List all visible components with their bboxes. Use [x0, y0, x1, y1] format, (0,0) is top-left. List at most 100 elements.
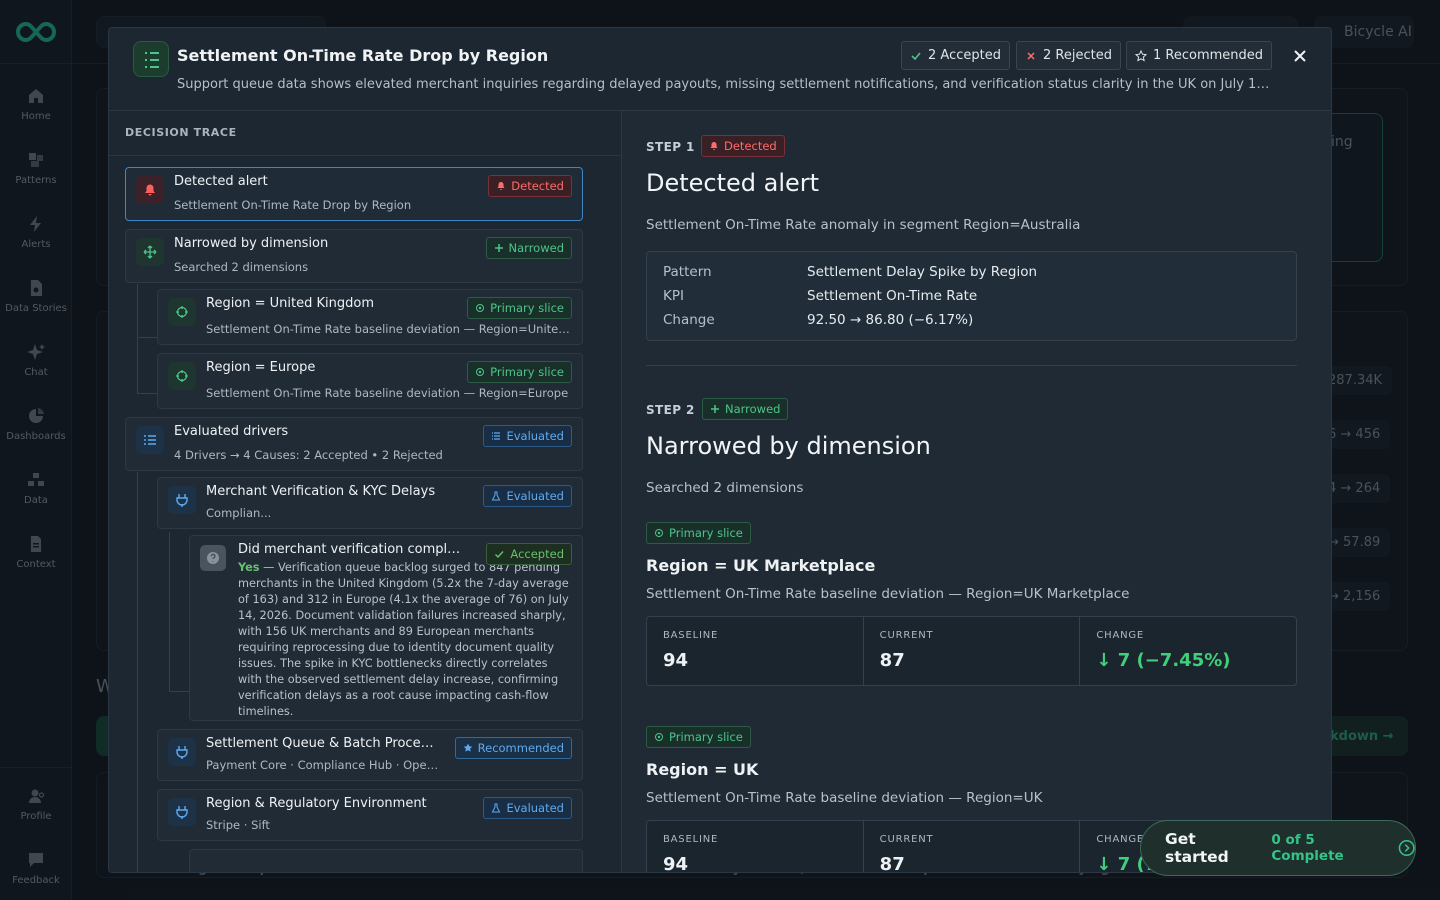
step-description: Settlement On-Time Rate anomaly in segme… — [646, 217, 1081, 233]
stat-label: CURRENT — [879, 630, 934, 641]
modal-header: Settlement On-Time Rate Drop by Region S… — [109, 28, 1331, 111]
plug-icon — [168, 738, 196, 766]
step-detail-panel: STEP 1 Detected Detected alert Settlemen… — [622, 111, 1331, 873]
trace-item-sub: Settlement On-Time Rate baseline deviati… — [206, 322, 572, 336]
recommended-chip[interactable]: 1 Recommended — [1126, 41, 1273, 70]
info-value: Settlement Delay Spike by Region — [807, 264, 1038, 280]
accepted-chip[interactable]: 2 Accepted — [901, 41, 1010, 70]
trace-item-narrowed[interactable]: Narrowed by dimension Searched 2 dimensi… — [125, 229, 583, 283]
plug-icon — [168, 486, 196, 514]
flask-icon — [492, 803, 501, 813]
target-icon — [168, 362, 196, 390]
decision-trace-panel: DECISION TRACE Detected alert Settlement… — [109, 111, 622, 872]
narrowed-badge: Narrowed — [485, 237, 572, 259]
trace-item-driver-kyc[interactable]: Merchant Verification & KYC Delays Compl… — [157, 477, 583, 529]
stat-label: CURRENT — [879, 834, 934, 845]
primary-slice-badge: Primary slice — [646, 726, 751, 748]
slice-stats: BASELINE 94 CURRENT 87 CHANGE ↓ 7 (−7.45%) — [646, 616, 1297, 686]
move-icon — [711, 405, 719, 413]
evaluated-badge: Evaluated — [483, 797, 572, 819]
target-icon — [476, 368, 485, 376]
trace-item-driver-settlement[interactable]: Settlement Queue & Batch Processing Paym… — [157, 729, 583, 781]
target-icon — [476, 304, 485, 312]
step-label: STEP 1 — [646, 140, 695, 154]
stat-label: BASELINE — [663, 630, 719, 641]
slice-description: Settlement On-Time Rate baseline deviati… — [646, 790, 1043, 806]
trace-item-slice-uk[interactable]: Region = United Kingdom Settlement On-Ti… — [157, 289, 583, 345]
move-icon — [136, 238, 164, 266]
flask-icon — [492, 491, 501, 501]
evaluated-badge: Evaluated — [483, 485, 572, 507]
modal-subtitle: Support queue data shows elevated mercha… — [177, 77, 1277, 92]
current-value: 87 — [879, 854, 905, 873]
list-tree-icon — [133, 41, 169, 77]
slice-title: Region = UK Marketplace — [646, 556, 876, 575]
question-icon — [200, 545, 226, 571]
close-icon[interactable] — [1289, 45, 1311, 67]
trace-item-sub: Settlement On-Time Rate baseline deviati… — [206, 386, 569, 400]
primary-slice-badge: Primary slice — [467, 297, 572, 319]
x-icon — [1027, 51, 1035, 60]
trace-item-evaluated[interactable]: Evaluated drivers 4 Drivers → 4 Causes: … — [125, 417, 583, 471]
trace-item-detected[interactable]: Detected alert Settlement On-Time Rate D… — [125, 167, 583, 221]
trace-item-partial[interactable] — [189, 849, 583, 872]
current-value: 87 — [879, 650, 905, 671]
check-icon — [495, 550, 504, 558]
trace-item-title: Detected alert — [174, 174, 268, 189]
modal-title: Settlement On-Time Rate Drop by Region — [177, 46, 549, 65]
target-icon — [655, 733, 663, 741]
primary-slice-badge: Primary slice — [467, 361, 572, 383]
target-icon — [168, 298, 196, 326]
trace-item-title: Evaluated drivers — [174, 424, 289, 439]
hypothesis-answer: Yes — Verification queue backlog surged … — [238, 561, 569, 718]
trace-item-sub: 4 Drivers → 4 Causes: 2 Accepted • 2 Rej… — [174, 448, 443, 462]
star-icon — [1135, 49, 1147, 61]
get-started-button[interactable]: Get started 0 of 5 Complete — [1140, 820, 1416, 876]
narrowed-badge: Narrowed — [702, 398, 789, 420]
trace-item-title: Settlement Queue & Batch Processing — [206, 736, 436, 751]
trace-item-sub: Stripe · Sift — [206, 818, 270, 832]
star-icon — [463, 743, 472, 752]
get-started-label: Get started — [1165, 830, 1229, 866]
primary-slice-badge: Primary slice — [646, 522, 751, 544]
list-icon — [136, 426, 164, 454]
step-description: Searched 2 dimensions — [646, 480, 804, 496]
baseline-value: 94 — [663, 650, 689, 671]
info-value: 92.50 → 86.80 (−6.17%) — [807, 312, 974, 328]
stat-label: CHANGE — [1096, 834, 1145, 845]
info-value: Settlement On-Time Rate — [807, 288, 978, 304]
rejected-chip[interactable]: 2 Rejected — [1016, 41, 1121, 70]
trace-item-title: Did merchant verification completion tim… — [238, 542, 468, 557]
onboarding-progress: 0 of 5 Complete — [1271, 832, 1344, 864]
trace-item-sub: Searched 2 dimensions — [174, 260, 309, 274]
evaluated-badge: Evaluated — [483, 425, 572, 447]
trace-item-driver-region[interactable]: Region & Regulatory Environment Stripe ·… — [157, 789, 583, 841]
accepted-badge: Accepted — [486, 543, 572, 565]
step-title: Detected alert — [646, 169, 820, 197]
change-value: ↓ 7 (−7.45%) — [1096, 650, 1231, 671]
plug-icon — [168, 798, 196, 826]
recommended-badge: Recommended — [454, 737, 572, 759]
step-title: Narrowed by dimension — [646, 432, 931, 460]
trace-item-sub: Settlement On-Time Rate Drop by Region — [174, 198, 412, 212]
step-label: STEP 2 — [646, 403, 695, 417]
info-key: Change — [663, 312, 715, 328]
stat-label: CHANGE — [1096, 630, 1145, 641]
slice-title: Region = UK — [646, 760, 759, 779]
baseline-value: 94 — [663, 854, 689, 873]
bell-icon — [497, 182, 505, 190]
trace-item-title: Narrowed by dimension — [174, 236, 329, 251]
decision-trace-heading: DECISION TRACE — [125, 126, 237, 139]
move-icon — [494, 244, 503, 252]
decision-trace-modal: Settlement On-Time Rate Drop by Region S… — [108, 27, 1332, 873]
chevron-right-circle-icon — [1398, 839, 1415, 857]
trace-item-sub: Payment Core · Compliance Hub · Operatio… — [206, 758, 442, 772]
trace-item-slice-europe[interactable]: Region = Europe Settlement On-Time Rate … — [157, 353, 583, 409]
trace-item-hypothesis[interactable]: Did merchant verification completion tim… — [189, 535, 583, 721]
slice-description: Settlement On-Time Rate baseline deviati… — [646, 586, 1130, 602]
trace-item-title: Merchant Verification & KYC Delays — [206, 484, 436, 499]
trace-item-title: Region = United Kingdom — [206, 296, 375, 311]
arrow-down-icon: ↓ — [1096, 650, 1118, 671]
detected-badge: Detected — [701, 135, 785, 157]
divider — [646, 365, 1297, 366]
